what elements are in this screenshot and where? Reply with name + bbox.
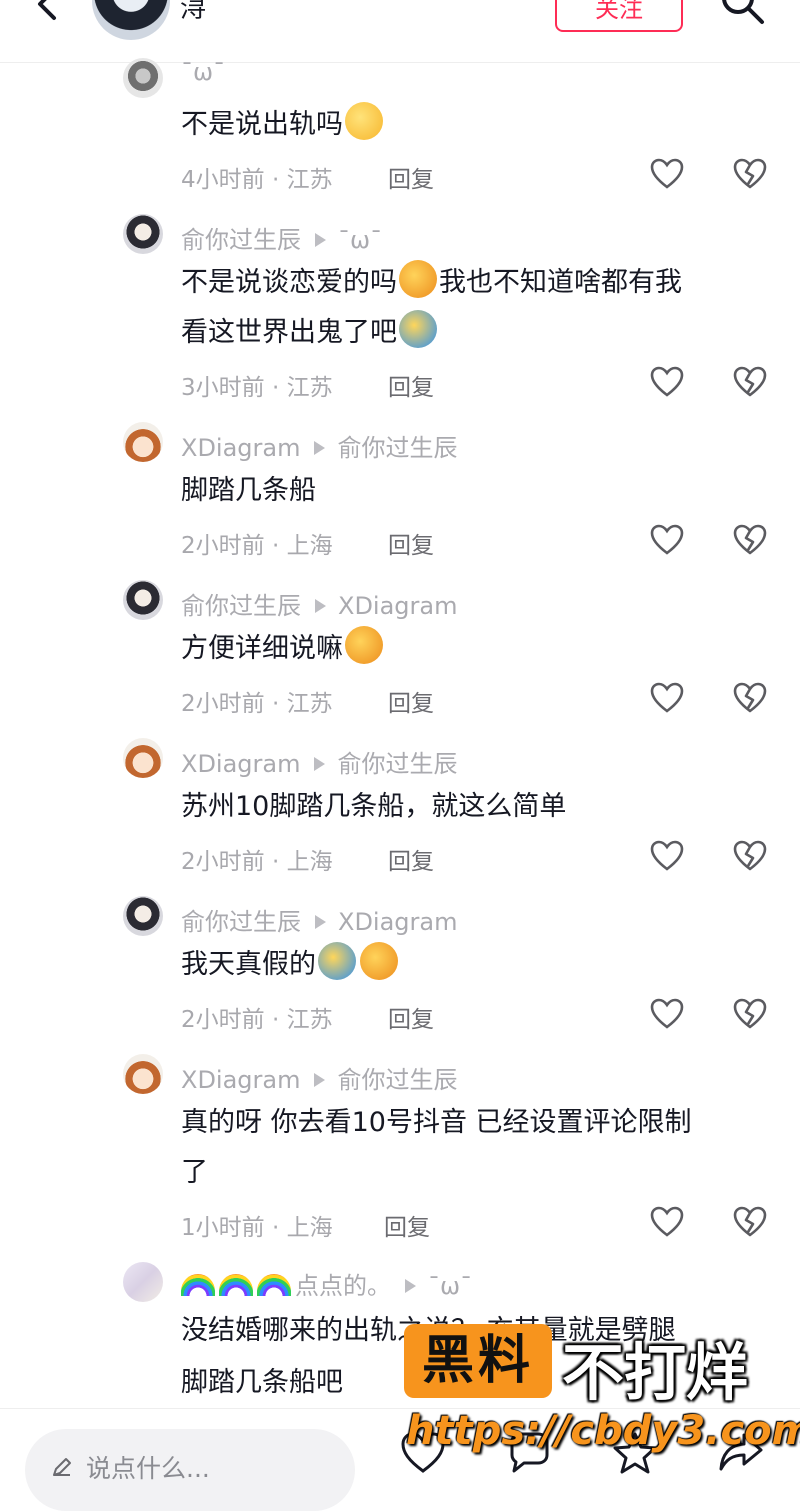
broken-heart-icon[interactable] [733, 840, 767, 872]
reply-arrow-icon [314, 441, 326, 455]
author-avatar[interactable] [92, 0, 170, 40]
heart-icon[interactable] [650, 524, 684, 556]
broken-heart-icon[interactable] [733, 682, 767, 714]
reply-button[interactable]: 回复 [388, 1000, 434, 1034]
commenter-name[interactable]: 俞你过生辰 XDiagram [181, 586, 457, 621]
broken-heart-icon[interactable] [733, 524, 767, 556]
follow-button[interactable]: 关注 [555, 0, 683, 32]
comment-text: 不是说谈恋爱的吗 我也不知道啥都有我 [181, 258, 761, 308]
commenter-name[interactable]: 点点的。 ˉωˉ [181, 1266, 472, 1301]
commenter-name[interactable]: XDiagram 俞你过生辰 [181, 1060, 457, 1095]
reply-button[interactable]: 回复 [388, 842, 434, 876]
commenter-avatar[interactable] [123, 214, 163, 254]
comment-text: 脚踏几条船 [181, 475, 316, 506]
broken-heart-icon[interactable] [733, 1206, 767, 1238]
watermark: 黑料 不打烊 https://cbdy3.com [404, 1320, 800, 1460]
heart-icon[interactable] [650, 682, 684, 714]
commenter-name[interactable]: 俞你过生辰 XDiagram [181, 902, 457, 937]
comment-time-location: 4小时前 · 江苏 [181, 167, 333, 193]
hugging-emoji [399, 260, 437, 298]
reply-arrow-icon [315, 233, 326, 247]
commenter-avatar[interactable] [123, 896, 163, 936]
heart-icon[interactable] [650, 158, 684, 190]
back-icon[interactable] [28, 0, 68, 26]
reply-to-name[interactable]: 俞你过生辰 [337, 750, 457, 778]
author-name[interactable]: 浔 [180, 0, 206, 25]
crying-emoji [318, 942, 356, 980]
comment-text: 苏州10脚踏几条船，就这么简单 [181, 791, 567, 822]
watermark-badge: 黑料 [404, 1324, 552, 1398]
comment-time-location: 1小时前 · 上海 [181, 1215, 333, 1241]
broken-heart-icon[interactable] [733, 998, 767, 1030]
comment-text: 不是说出轨吗 [181, 100, 761, 150]
reply-button[interactable]: 回复 [388, 368, 434, 402]
comment-text: 我天真假的 [181, 940, 761, 990]
search-icon[interactable] [716, 0, 766, 30]
reply-arrow-icon [315, 599, 326, 613]
comment-time-location: 2小时前 · 江苏 [181, 691, 333, 717]
rainbow-emoji [181, 1274, 215, 1296]
comment-text-line: 看这世界出鬼了吧 [181, 308, 761, 358]
reply-button[interactable]: 回复 [388, 160, 434, 194]
heart-icon[interactable] [650, 1206, 684, 1238]
reply-button[interactable]: 回复 [388, 526, 434, 560]
commenter-name[interactable]: XDiagram 俞你过生辰 [181, 428, 457, 463]
rainbow-emoji [257, 1274, 291, 1296]
commenter-avatar[interactable] [123, 1054, 163, 1094]
reply-to-name[interactable]: ˉωˉ [428, 1272, 472, 1300]
commenter-name[interactable]: ˉωˉ [181, 58, 225, 86]
watermark-text: 不打烊 [562, 1336, 749, 1409]
reply-to-name[interactable]: 俞你过生辰 [337, 434, 457, 462]
crying-emoji [399, 310, 437, 348]
watermark-url: https://cbdy3.com [406, 1408, 800, 1454]
hugging-emoji [345, 626, 383, 664]
commenter-avatar[interactable] [123, 580, 163, 620]
heart-icon[interactable] [650, 840, 684, 872]
hugging-emoji [360, 942, 398, 980]
commenter-avatar[interactable] [123, 1262, 163, 1302]
commenter-avatar[interactable] [123, 58, 163, 98]
comment-time-location: 2小时前 · 上海 [181, 533, 333, 559]
heart-icon[interactable] [650, 998, 684, 1030]
commenter-avatar[interactable] [123, 422, 163, 462]
rainbow-emoji [219, 1274, 253, 1296]
reply-button[interactable]: 回复 [384, 1208, 430, 1242]
thinking-emoji [345, 102, 383, 140]
reply-arrow-icon [315, 915, 326, 929]
comment-time-location: 3小时前 · 江苏 [181, 375, 333, 401]
reply-to-name[interactable]: ˉωˉ [181, 58, 225, 86]
comment-time-location: 2小时前 · 上海 [181, 849, 333, 875]
reply-button[interactable]: 回复 [388, 684, 434, 718]
broken-heart-icon[interactable] [733, 158, 767, 190]
top-bar: 浔 关注 [0, 0, 800, 63]
comment-text: 方便详细说嘛 [181, 624, 761, 674]
commenter-name[interactable]: 俞你过生辰 ˉωˉ [181, 220, 382, 255]
broken-heart-icon[interactable] [733, 366, 767, 398]
comment-text-line: 了 [181, 1157, 208, 1188]
comment-time-location: 2小时前 · 江苏 [181, 1007, 333, 1033]
reply-to-name[interactable]: 俞你过生辰 [337, 1066, 457, 1094]
comment-input-placeholder: 说点什么... [86, 1454, 210, 1483]
reply-arrow-icon [314, 757, 326, 771]
reply-to-name[interactable]: XDiagram [338, 592, 457, 620]
reply-to-name[interactable]: ˉωˉ [338, 226, 382, 254]
reply-arrow-icon [314, 1073, 326, 1087]
pencil-icon [53, 1458, 71, 1476]
commenter-avatar[interactable] [123, 738, 163, 778]
comment-text: 真的呀 你去看10号抖音 已经设置评论限制 [181, 1107, 692, 1138]
reply-arrow-icon [405, 1279, 416, 1293]
reply-to-name[interactable]: XDiagram [338, 908, 457, 936]
heart-icon[interactable] [650, 366, 684, 398]
commenter-name[interactable]: XDiagram 俞你过生辰 [181, 744, 457, 779]
